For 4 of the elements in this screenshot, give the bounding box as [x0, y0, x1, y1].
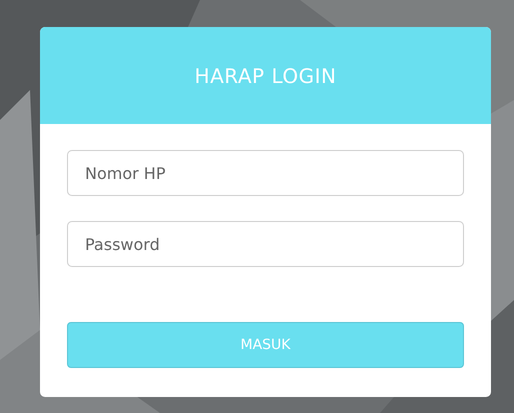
- input-field[interactable]: Password: [67, 221, 464, 267]
- login-button[interactable]: MASUK: [67, 322, 464, 368]
- input-field[interactable]: Nomor HP: [67, 150, 464, 196]
- login-title: HARAP LOGIN: [194, 64, 336, 88]
